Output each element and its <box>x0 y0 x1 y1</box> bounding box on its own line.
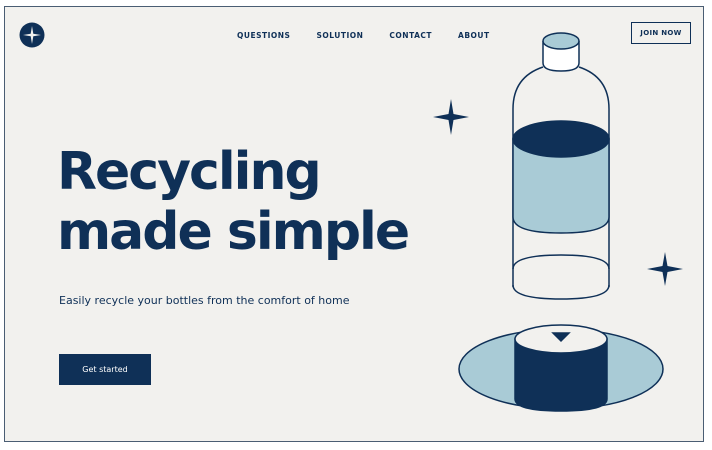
headline-line-2: made simple <box>57 202 410 262</box>
logo-icon[interactable] <box>19 22 45 48</box>
bottle-icon <box>512 32 610 300</box>
page-frame: QUESTIONS SOLUTION CONTACT ABOUT JOIN NO… <box>4 6 704 442</box>
recycling-bottle-illustration <box>433 32 683 412</box>
nav-item-solution[interactable]: SOLUTION <box>316 31 363 40</box>
headline-line-1: Recycling <box>57 142 322 202</box>
sparkle-icon <box>647 252 683 286</box>
nav-item-questions[interactable]: QUESTIONS <box>237 31 290 40</box>
sparkle-icon <box>433 99 469 135</box>
hero-headline: Recycling made simple <box>57 142 410 262</box>
hero-subtitle: Easily recycle your bottles from the com… <box>59 294 350 307</box>
recycling-bin-icon <box>458 324 664 412</box>
get-started-button[interactable]: Get started <box>59 354 151 385</box>
